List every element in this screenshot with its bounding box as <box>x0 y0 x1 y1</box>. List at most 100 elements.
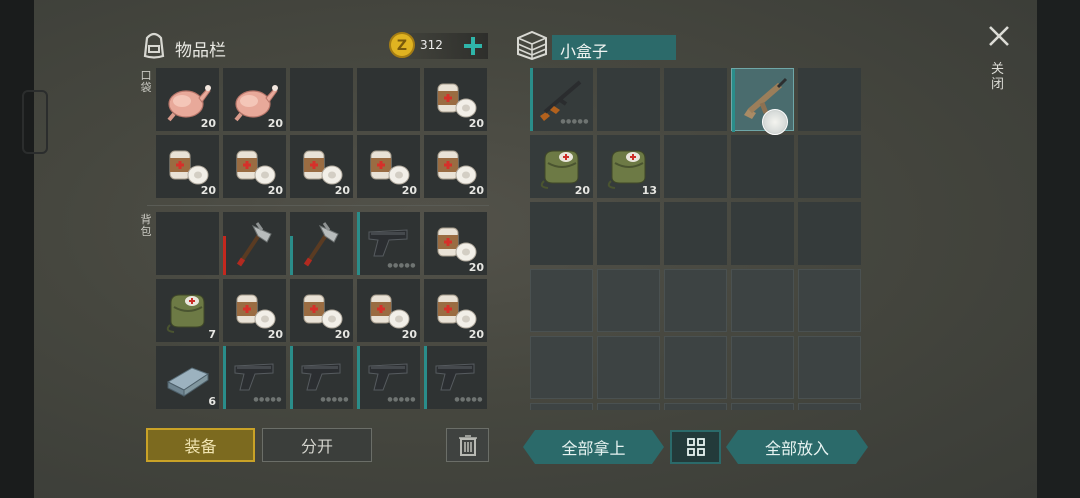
close-label[interactable]: 关闭 <box>991 62 1005 92</box>
split-button[interactable]: 分开 <box>262 428 372 462</box>
box-title: 小盒子 <box>560 42 609 61</box>
box-grid: ●●●●● 20 13 <box>530 68 861 410</box>
item-count: 20 <box>401 328 417 341</box>
sort-button[interactable] <box>670 430 721 464</box>
put-all-button[interactable]: 全部放入 <box>726 430 868 464</box>
put-all-label: 全部放入 <box>764 439 829 458</box>
box-slot[interactable] <box>597 202 660 265</box>
quality-stars: ●●●●● <box>387 396 416 403</box>
item-count: 20 <box>334 184 350 197</box>
backpack-slot[interactable]: 7 <box>156 279 219 342</box>
pocket-slot[interactable] <box>357 68 420 131</box>
grid-sort-icon <box>686 438 705 456</box>
take-all-button[interactable]: 全部拿上 <box>523 430 664 464</box>
medkit-icon <box>162 285 213 336</box>
pocket-slot[interactable]: 20 <box>424 135 487 198</box>
durability-bar <box>290 346 293 409</box>
box-locked-slot <box>731 403 794 410</box>
box-slot[interactable] <box>798 135 861 198</box>
item-count: 20 <box>468 184 484 197</box>
section-divider <box>147 205 489 206</box>
add-coins-button[interactable] <box>462 35 484 57</box>
backpack-slot[interactable]: ●●●●● <box>357 346 420 409</box>
pocket-slot[interactable]: 20 <box>156 135 219 198</box>
box-slot[interactable]: 20 <box>530 135 593 198</box>
pocket-slot[interactable]: 20 <box>424 68 487 131</box>
durability-bar <box>732 69 735 132</box>
box-locked-slot <box>664 336 727 399</box>
hatchet-icon <box>229 218 280 269</box>
box-slot[interactable] <box>664 202 727 265</box>
pocket-slot[interactable]: 20 <box>223 68 286 131</box>
screen-edge <box>1037 0 1080 498</box>
backpack-slot[interactable] <box>156 212 219 275</box>
box-locked-slot <box>798 336 861 399</box>
box-locked-slot <box>798 403 861 410</box>
box-slot[interactable] <box>731 135 794 198</box>
quality-stars: ●●●●● <box>320 396 349 403</box>
hatchet-icon <box>296 218 347 269</box>
item-count: 20 <box>267 117 283 130</box>
screen-notch <box>22 90 48 154</box>
equip-button-label: 装备 <box>184 437 217 456</box>
backpack-slot[interactable]: ●●●●● <box>357 212 420 275</box>
pocket-slot[interactable]: 20 <box>290 135 353 198</box>
item-count: 20 <box>267 184 283 197</box>
item-count: 20 <box>200 117 216 130</box>
item-count: 20 <box>267 328 283 341</box>
durability-bar <box>424 346 427 409</box>
pocket-slot[interactable] <box>290 68 353 131</box>
box-locked-slot <box>731 336 794 399</box>
backpack-icon <box>143 32 165 59</box>
box-slot[interactable] <box>731 68 794 135</box>
item-count: 13 <box>641 184 657 197</box>
split-button-label: 分开 <box>300 437 333 456</box>
item-count: 20 <box>334 328 350 341</box>
pocket-slot[interactable]: 20 <box>357 135 420 198</box>
equip-button[interactable]: 装备 <box>146 428 255 462</box>
item-count: 20 <box>468 261 484 274</box>
discard-button[interactable] <box>446 428 489 462</box>
box-slot[interactable] <box>798 68 861 131</box>
box-slot[interactable] <box>664 68 727 131</box>
box-slot[interactable]: ●●●●● <box>530 68 593 131</box>
coin-icon: Z <box>389 32 415 58</box>
durability-bar <box>223 236 226 275</box>
durability-bar <box>357 346 360 409</box>
box-slot[interactable] <box>664 135 727 198</box>
backpack-slot[interactable]: 6 <box>156 346 219 409</box>
box-locked-slot <box>530 403 593 410</box>
backpack-slot[interactable] <box>223 212 286 275</box>
box-slot[interactable] <box>530 202 593 265</box>
backpack-slot[interactable]: 20 <box>290 279 353 342</box>
box-slot[interactable] <box>597 68 660 131</box>
box-slot[interactable] <box>798 202 861 265</box>
pocket-slot[interactable]: 20 <box>223 135 286 198</box>
backpack-slot[interactable]: 20 <box>223 279 286 342</box>
durability-bar <box>223 346 226 409</box>
backpack-slot[interactable]: ●●●●● <box>290 346 353 409</box>
backpack-slot[interactable]: 20 <box>357 279 420 342</box>
backpack-slot[interactable]: ●●●●● <box>223 346 286 409</box>
close-icon[interactable] <box>987 24 1011 48</box>
pocket-slot[interactable]: 20 <box>156 68 219 131</box>
backpack-slot[interactable]: 20 <box>424 279 487 342</box>
quality-stars: ●●●●● <box>454 396 483 403</box>
durability-bar <box>530 68 533 131</box>
metal-bar-icon <box>162 352 213 403</box>
box-locked-slot <box>798 269 861 332</box>
item-count: 7 <box>208 328 216 341</box>
box-slot[interactable] <box>731 202 794 265</box>
box-locked-slot <box>530 336 593 399</box>
coin-count: 312 <box>420 38 443 52</box>
box-slot[interactable]: 13 <box>597 135 660 198</box>
backpack-slot[interactable] <box>290 212 353 275</box>
item-count: 20 <box>468 117 484 130</box>
box-locked-slot <box>597 336 660 399</box>
backpack-label: 背包 <box>140 213 152 238</box>
item-count: 20 <box>200 184 216 197</box>
backpack-slot[interactable]: ●●●●● <box>424 346 487 409</box>
backpack-slot[interactable]: 20 <box>424 212 487 275</box>
box-title-field: 小盒子 <box>552 35 676 61</box>
item-count: 20 <box>574 184 590 197</box>
